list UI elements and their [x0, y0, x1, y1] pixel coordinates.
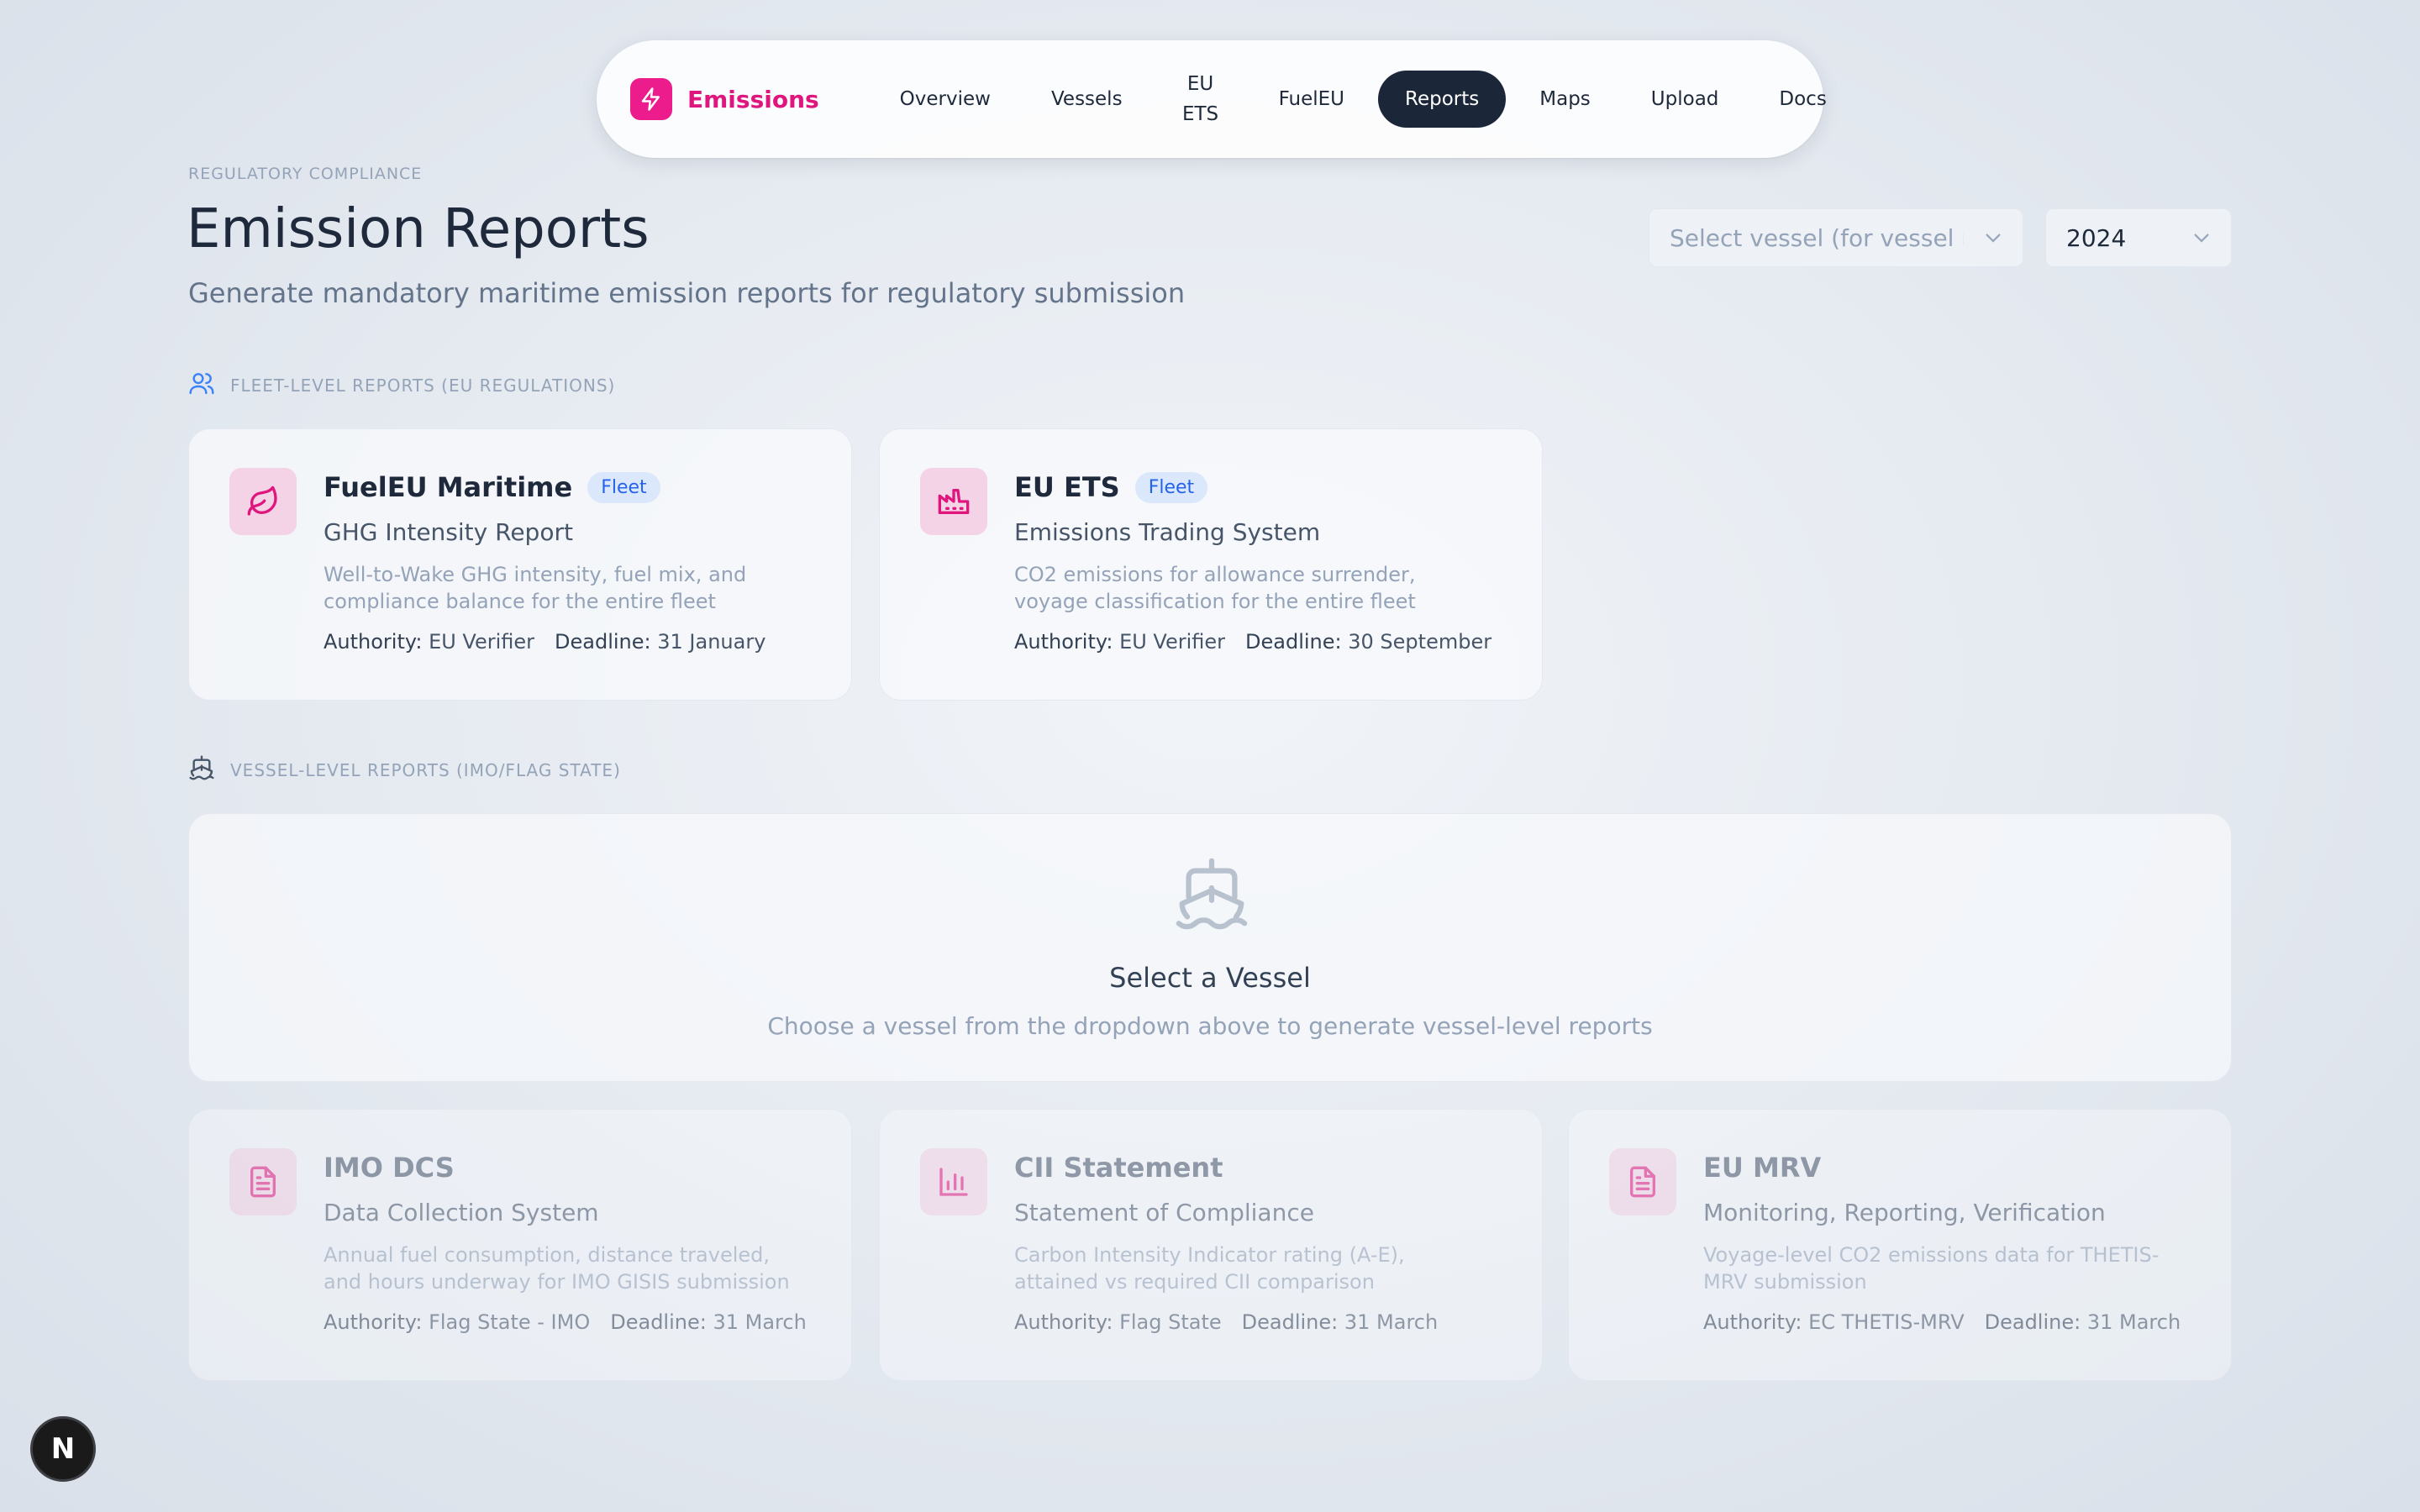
dev-tools-badge[interactable]: N [30, 1416, 96, 1482]
card-subtitle: Data Collection System [324, 1199, 599, 1226]
card-description: Well-to-Wake GHG intensity, fuel mix, an… [324, 563, 747, 613]
vessel-select[interactable]: Select vessel (for vessel reports) [1649, 208, 2023, 267]
card-subtitle: Monitoring, Reporting, Verification [1703, 1199, 2106, 1226]
empty-state-description: Choose a vessel from the dropdown above … [767, 1012, 1653, 1040]
imo-dcs-report-card: IMO DCS Data Collection System Annual fu… [188, 1109, 852, 1381]
year-select-value: 2024 [2066, 223, 2127, 252]
ship-icon [1172, 854, 1251, 937]
card-subtitle: Emissions Trading System [1014, 518, 1321, 546]
nav-fueleu[interactable]: FuelEU [1249, 71, 1375, 128]
fueleu-report-card[interactable]: FuelEU Maritime Fleet GHG Intensity Repo… [188, 428, 852, 701]
card-description: Carbon Intensity Indicator rating (A-E),… [1014, 1243, 1405, 1294]
chevron-down-icon [2192, 228, 2211, 249]
card-authority: Authority: EU Verifier [324, 630, 535, 654]
vessel-section-title: VESSEL-LEVEL REPORTS (IMO/FLAG STATE) [230, 759, 621, 780]
users-icon [188, 370, 215, 401]
vessel-select-placeholder: Select vessel (for vessel reports) [1670, 223, 1964, 252]
page-eyebrow: REGULATORY COMPLIANCE [188, 165, 423, 183]
card-title: FuelEU Maritime [324, 471, 573, 503]
card-subtitle: Statement of Compliance [1014, 1199, 1314, 1226]
chevron-down-icon [1984, 228, 2002, 249]
nav-upload[interactable]: Upload [1621, 71, 1749, 128]
brand-link[interactable]: Emissions [630, 78, 819, 120]
card-title: EU MRV [1703, 1152, 1822, 1184]
select-vessel-empty-state: Select a Vessel Choose a vessel from the… [188, 813, 2232, 1082]
page-subtitle: Generate mandatory maritime emission rep… [188, 277, 1186, 309]
card-authority: Authority: Flag State - IMO [324, 1310, 591, 1334]
nav-eu-ets[interactable]: EU ETS [1171, 71, 1230, 128]
eu-ets-report-card[interactable]: EU ETS Fleet Emissions Trading System CO… [879, 428, 1543, 701]
cii-statement-report-card: CII Statement Statement of Compliance Ca… [879, 1109, 1543, 1381]
leaf-icon [229, 468, 297, 535]
fleet-badge: Fleet [1134, 471, 1208, 503]
brand-label: Emissions [687, 85, 819, 113]
vessel-section-label: VESSEL-LEVEL REPORTS (IMO/FLAG STATE) [188, 754, 621, 785]
empty-state-title: Select a Vessel [1109, 962, 1311, 994]
card-title: EU ETS [1014, 471, 1120, 503]
nav-overview[interactable]: Overview [870, 71, 1021, 128]
fleet-section-label: FLEET-LEVEL REPORTS (EU REGULATIONS) [188, 370, 615, 401]
nav-vessels[interactable]: Vessels [1021, 71, 1153, 128]
document-icon [229, 1148, 297, 1215]
nav-maps[interactable]: Maps [1509, 71, 1621, 128]
card-authority: Authority: Flag State [1014, 1310, 1222, 1334]
top-nav: Emissions Overview Vessels EU ETS FuelEU… [597, 40, 1827, 158]
card-deadline: Deadline: 31 January [555, 630, 766, 654]
card-title: CII Statement [1014, 1152, 1223, 1184]
card-deadline: Deadline: 30 September [1245, 630, 1492, 654]
document-icon [1609, 1148, 1676, 1215]
year-select[interactable]: 2024 [2045, 208, 2232, 267]
bar-chart-icon [920, 1148, 987, 1215]
factory-icon [920, 468, 987, 535]
card-deadline: Deadline: 31 March [610, 1310, 807, 1334]
nav-reports[interactable]: Reports [1378, 71, 1507, 128]
card-description: Voyage-level CO2 emissions data for THET… [1703, 1243, 2160, 1294]
eu-mrv-report-card: EU MRV Monitoring, Reporting, Verificati… [1568, 1109, 2232, 1381]
nav-docs[interactable]: Docs [1749, 71, 1856, 128]
card-deadline: Deadline: 31 March [1241, 1310, 1439, 1334]
card-subtitle: GHG Intensity Report [324, 518, 573, 546]
card-authority: Authority: EU Verifier [1014, 630, 1226, 654]
card-deadline: Deadline: 31 March [1984, 1310, 2181, 1334]
page-title: Emission Reports [187, 198, 650, 260]
bolt-icon [630, 78, 672, 120]
card-description: Annual fuel consumption, distance travel… [324, 1243, 790, 1294]
fleet-badge: Fleet [587, 471, 660, 503]
ship-icon [188, 754, 215, 785]
fleet-section-title: FLEET-LEVEL REPORTS (EU REGULATIONS) [230, 375, 616, 396]
card-description: CO2 emissions for allowance surrender, v… [1014, 563, 1416, 613]
card-authority: Authority: EC THETIS-MRV [1703, 1310, 1965, 1334]
card-title: IMO DCS [324, 1152, 455, 1184]
